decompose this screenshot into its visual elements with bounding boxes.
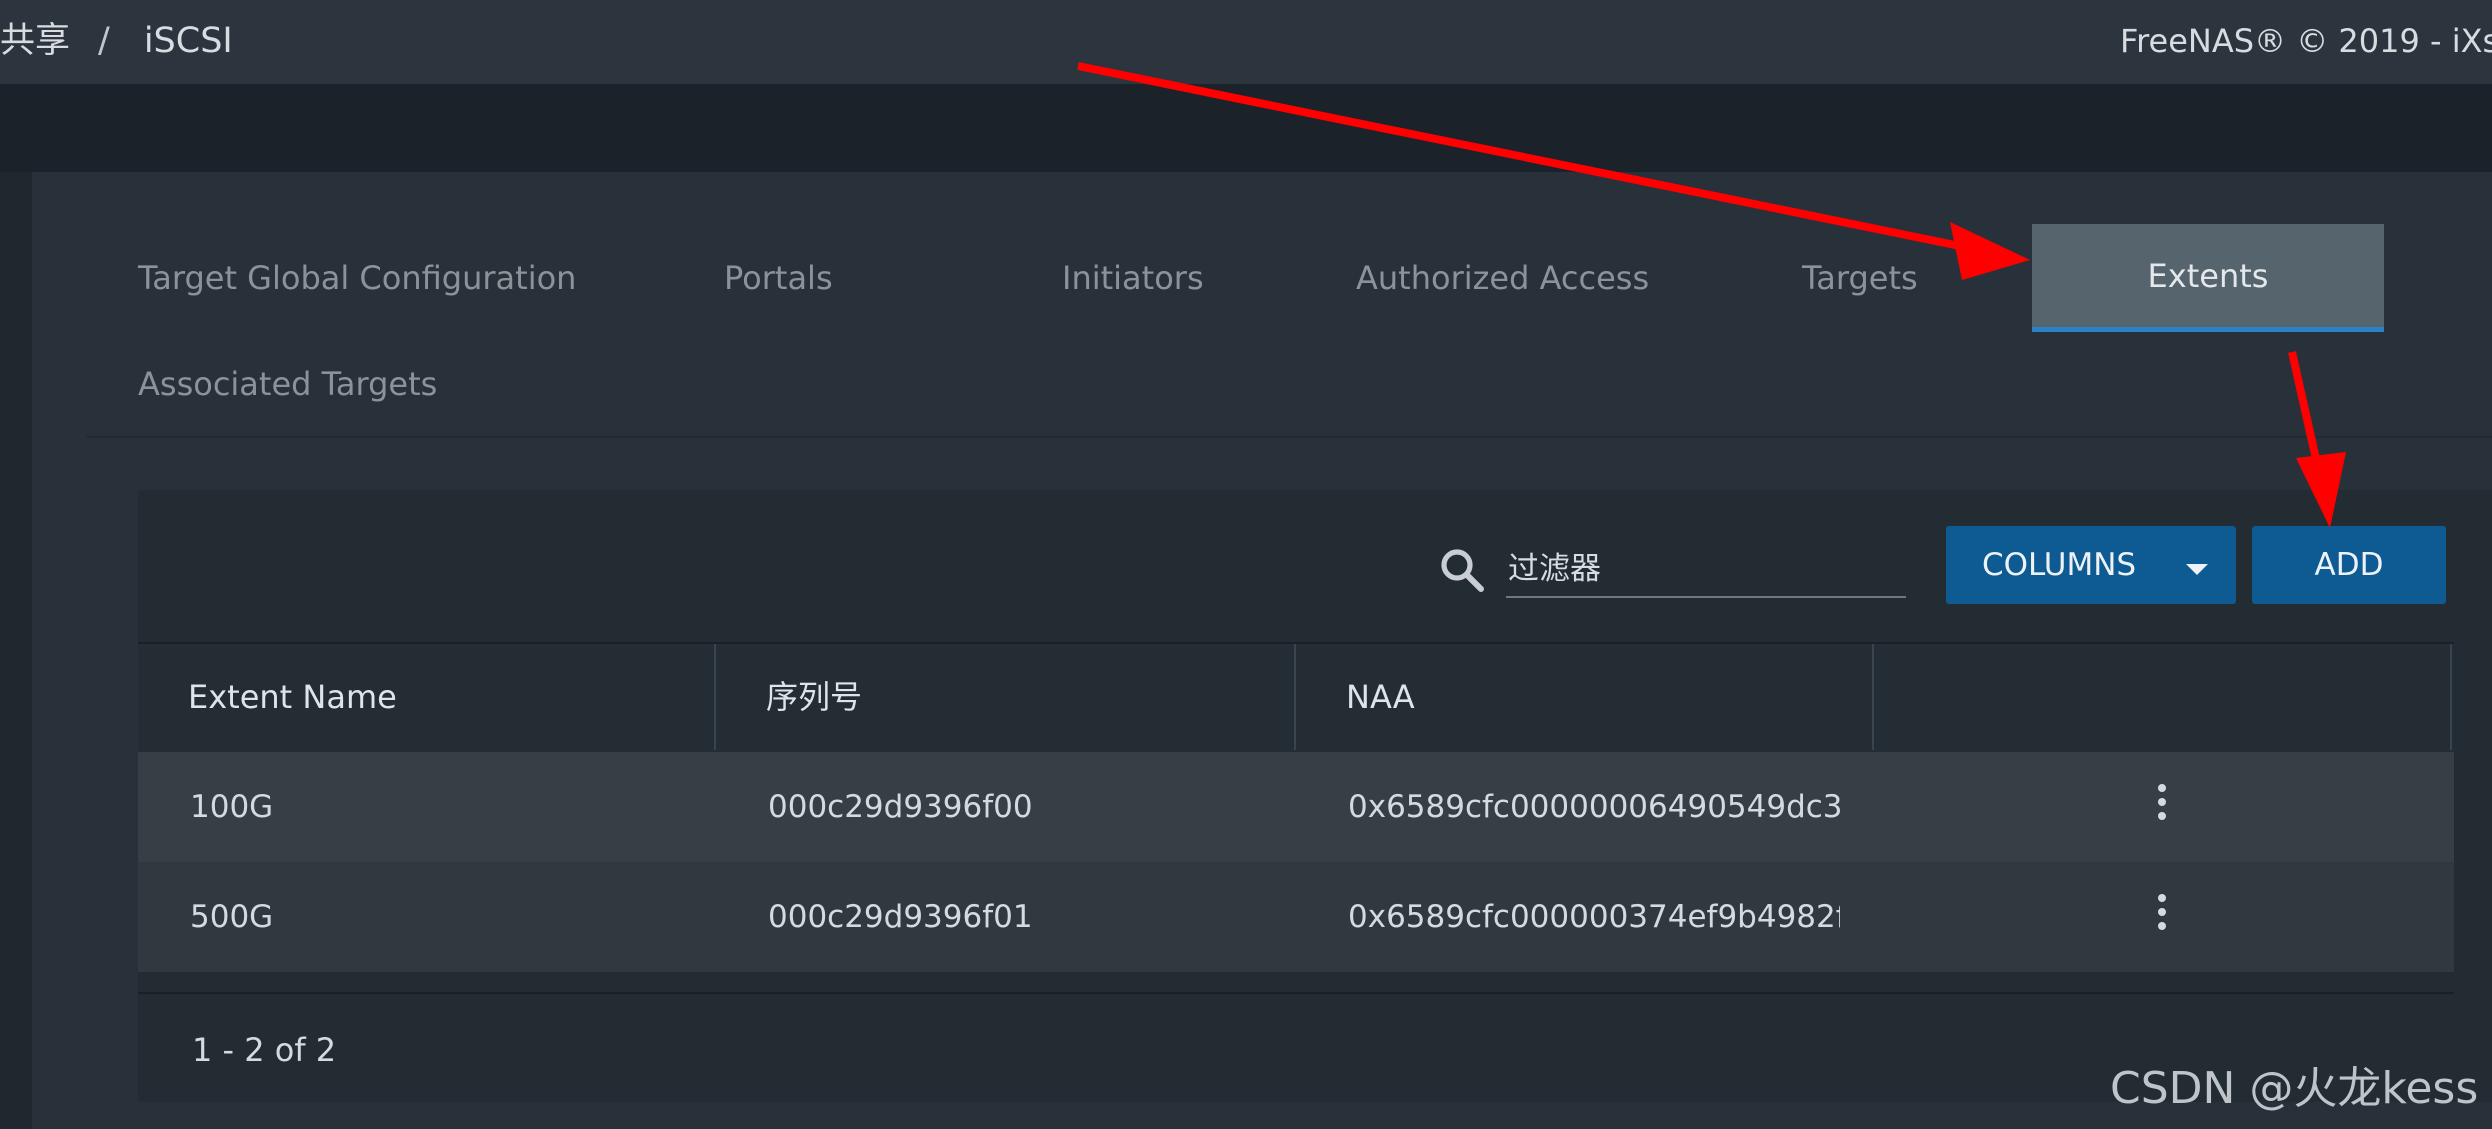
tab-initiators[interactable]: Initiators (1062, 248, 1204, 308)
cell-serial: 000c29d9396f01 (768, 899, 1033, 935)
table-row[interactable]: 100G 000c29d9396f00 0x6589cfc00000006490… (138, 752, 2454, 862)
tab-extents[interactable]: Extents (2032, 224, 2384, 332)
tab-portals[interactable]: Portals (724, 248, 833, 308)
header-serial[interactable]: 序列号 (766, 644, 862, 750)
column-resizer[interactable] (1872, 644, 1874, 750)
chevron-down-icon[interactable] (2186, 564, 2208, 575)
tab-target-global-configuration[interactable]: Target Global Configuration (138, 248, 576, 308)
cell-extent-name: 100G (190, 789, 274, 825)
cell-naa: 0x6589cfc000000374ef9b4982f04 (1348, 899, 1840, 935)
header-naa[interactable]: NAA (1346, 644, 1415, 750)
column-resizer[interactable] (2450, 644, 2452, 750)
column-resizer[interactable] (1294, 644, 1296, 750)
search-icon[interactable] (1438, 546, 1486, 594)
pagination-range: 1 - 2 of 2 (192, 1031, 337, 1069)
breadcrumb: 共享 / iSCSI (0, 0, 233, 84)
columns-button-label: COLUMNS (1982, 547, 2137, 583)
more-vert-icon[interactable] (2152, 784, 2172, 828)
tab-authorized-access[interactable]: Authorized Access (1356, 248, 1649, 308)
tab-targets[interactable]: Targets (1802, 248, 1918, 308)
cell-extent-name: 500G (190, 899, 274, 935)
table-footer-divider (138, 992, 2454, 994)
breadcrumb-separator: / (98, 21, 110, 61)
table-row[interactable]: 500G 000c29d9396f01 0x6589cfc000000374ef… (138, 862, 2454, 972)
filter-input[interactable] (1506, 542, 1906, 598)
cell-serial: 000c29d9396f00 (768, 789, 1033, 825)
cell-naa: 0x6589cfc00000006490549dc38c (1348, 789, 1840, 825)
top-bar: 共享 / iSCSI FreeNAS® © 2019 - iXsys (0, 0, 2492, 84)
page-gutter (0, 84, 2492, 172)
tabs-divider (86, 436, 2492, 438)
breadcrumb-current: iSCSI (143, 21, 233, 61)
tab-associated-targets[interactable]: Associated Targets (138, 354, 437, 414)
add-button[interactable]: ADD (2252, 526, 2446, 604)
more-vert-icon[interactable] (2152, 894, 2172, 938)
table-header: Extent Name 序列号 NAA (138, 642, 2454, 754)
breadcrumb-parent[interactable]: 共享 (0, 21, 70, 61)
copyright-text[interactable]: FreeNAS® © 2019 - iXsys (2120, 0, 2492, 84)
header-extent-name[interactable]: Extent Name (188, 644, 397, 750)
csdn-watermark: CSDN @火龙kess (2110, 1063, 2479, 1114)
column-resizer[interactable] (714, 644, 716, 750)
